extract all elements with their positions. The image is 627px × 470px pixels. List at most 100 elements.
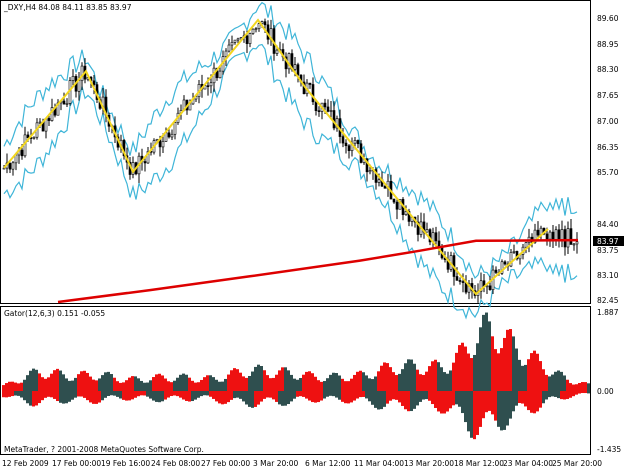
gator-upper-bar: [104, 372, 107, 391]
gator-lower-bar: [527, 391, 530, 411]
gator-upper-bar: [50, 373, 53, 391]
gator-upper-bar: [554, 371, 557, 391]
gator-lower-bar: [173, 391, 176, 396]
gator-lower-bar: [545, 391, 548, 400]
gator-lower-bar: [41, 391, 44, 401]
gator-lower-bar: [488, 391, 491, 411]
gator-lower-bar: [365, 391, 368, 399]
gator-lower-bar: [62, 391, 65, 404]
candle-body: [311, 84, 315, 103]
gator-upper-bar: [155, 374, 158, 391]
gator-upper-bar: [407, 359, 410, 391]
gator-lower-bar: [56, 391, 59, 402]
metatrader-chart[interactable]: _DXY,H4 84.08 84.11 83.85 83.97 Gator(12…: [0, 0, 627, 470]
gator-upper-bar: [563, 375, 566, 391]
gator-upper-bar: [254, 366, 257, 391]
gator-lower-bar: [446, 391, 449, 412]
candle-body: [161, 141, 165, 148]
gator-lower-bar: [374, 391, 377, 408]
gator-lower-bar: [17, 391, 20, 396]
gator-upper-bar: [140, 380, 143, 391]
gator-upper-bar: [143, 382, 146, 391]
candle-body: [65, 103, 69, 105]
gator-lower-bar: [542, 391, 545, 404]
gator-lower-bar: [512, 391, 515, 412]
gator-lower-bar: [587, 391, 590, 394]
candle-body: [293, 64, 297, 70]
gator-lower-bar: [149, 391, 152, 399]
gator-upper-bar: [29, 370, 32, 391]
gator-upper-bar: [458, 345, 461, 391]
time-tick-label: 25 Mar 20:00: [552, 459, 602, 468]
gator-lower-bar: [392, 391, 395, 400]
gator-lower-bar: [137, 391, 140, 397]
gator-lower-bar: [74, 391, 77, 398]
candle-body: [170, 133, 174, 138]
gator-upper-bar: [95, 380, 98, 391]
gator-upper-bar: [371, 379, 374, 391]
gator-lower-bar: [416, 391, 419, 406]
gator-upper-bar: [284, 367, 287, 391]
candle-body: [545, 233, 549, 240]
gator-lower-bar: [110, 391, 113, 396]
gator-upper-bar: [101, 375, 104, 391]
gator-upper-bar: [11, 381, 14, 391]
gator-upper-bar: [428, 366, 431, 391]
gator-lower-bar: [332, 391, 335, 397]
gator-lower-bar: [266, 391, 269, 398]
gator-upper-bar: [113, 377, 116, 391]
gator-lower-bar: [455, 391, 458, 405]
gator-lower-bar: [281, 391, 284, 406]
gator-upper-bar: [260, 366, 263, 391]
gator-lower-bar: [341, 391, 344, 402]
gator-upper-bar: [47, 377, 50, 391]
gator-lower-bar: [578, 391, 581, 394]
gator-lower-bar: [476, 391, 479, 435]
gator-upper-bar: [59, 370, 62, 391]
gator-upper-bar: [440, 367, 443, 391]
gator-lower-bar: [167, 391, 170, 398]
gator-upper-bar: [518, 359, 521, 391]
gator-upper-bar: [347, 381, 350, 391]
gator-upper-bar: [236, 369, 239, 391]
gator-lower-bar: [185, 391, 188, 401]
candle-body: [344, 142, 348, 147]
gator-lower-bar: [551, 391, 554, 397]
gator-upper-bar: [539, 361, 542, 391]
gator-tick-label: 1.887: [597, 308, 619, 317]
candle-body: [548, 231, 552, 240]
gator-lower-bar: [26, 391, 29, 404]
gator-lower-bar: [572, 391, 575, 397]
candle-body: [512, 251, 516, 253]
gator-upper-bar: [386, 363, 389, 391]
gator-upper-bar: [359, 370, 362, 391]
gator-lower-bar: [125, 391, 128, 401]
candle-body: [218, 70, 222, 79]
candle-body: [569, 228, 573, 245]
gator-lower-bar: [320, 391, 323, 401]
gator-upper-bar: [296, 379, 299, 391]
gator-lower-bar: [221, 391, 224, 405]
gator-lower-bar: [428, 391, 431, 401]
gator-lower-bar: [218, 391, 221, 404]
gator-upper-bar: [38, 373, 41, 391]
candle-body: [392, 198, 396, 203]
gator-lower-bar: [230, 391, 233, 400]
gator-lower-bar: [296, 391, 299, 397]
gator-upper-bar: [125, 380, 128, 391]
gator-lower-bar: [287, 391, 290, 405]
candle-body: [257, 23, 261, 29]
gator-lower-bar: [305, 391, 308, 399]
gator-upper-bar: [14, 382, 17, 391]
gator-lower-bar: [404, 391, 407, 410]
candle-body: [71, 76, 75, 81]
gator-lower-bar: [452, 391, 455, 406]
gator-lower-bar: [401, 391, 404, 406]
gator-lower-bar: [272, 391, 275, 400]
gator-lower-bar: [584, 391, 587, 394]
gator-upper-bar: [185, 374, 188, 391]
time-tick-label: 6 Mar 12:00: [305, 459, 351, 468]
price-tick-label: 89.60: [597, 14, 619, 23]
gator-upper-bar: [302, 374, 305, 391]
candle-body: [437, 240, 441, 247]
